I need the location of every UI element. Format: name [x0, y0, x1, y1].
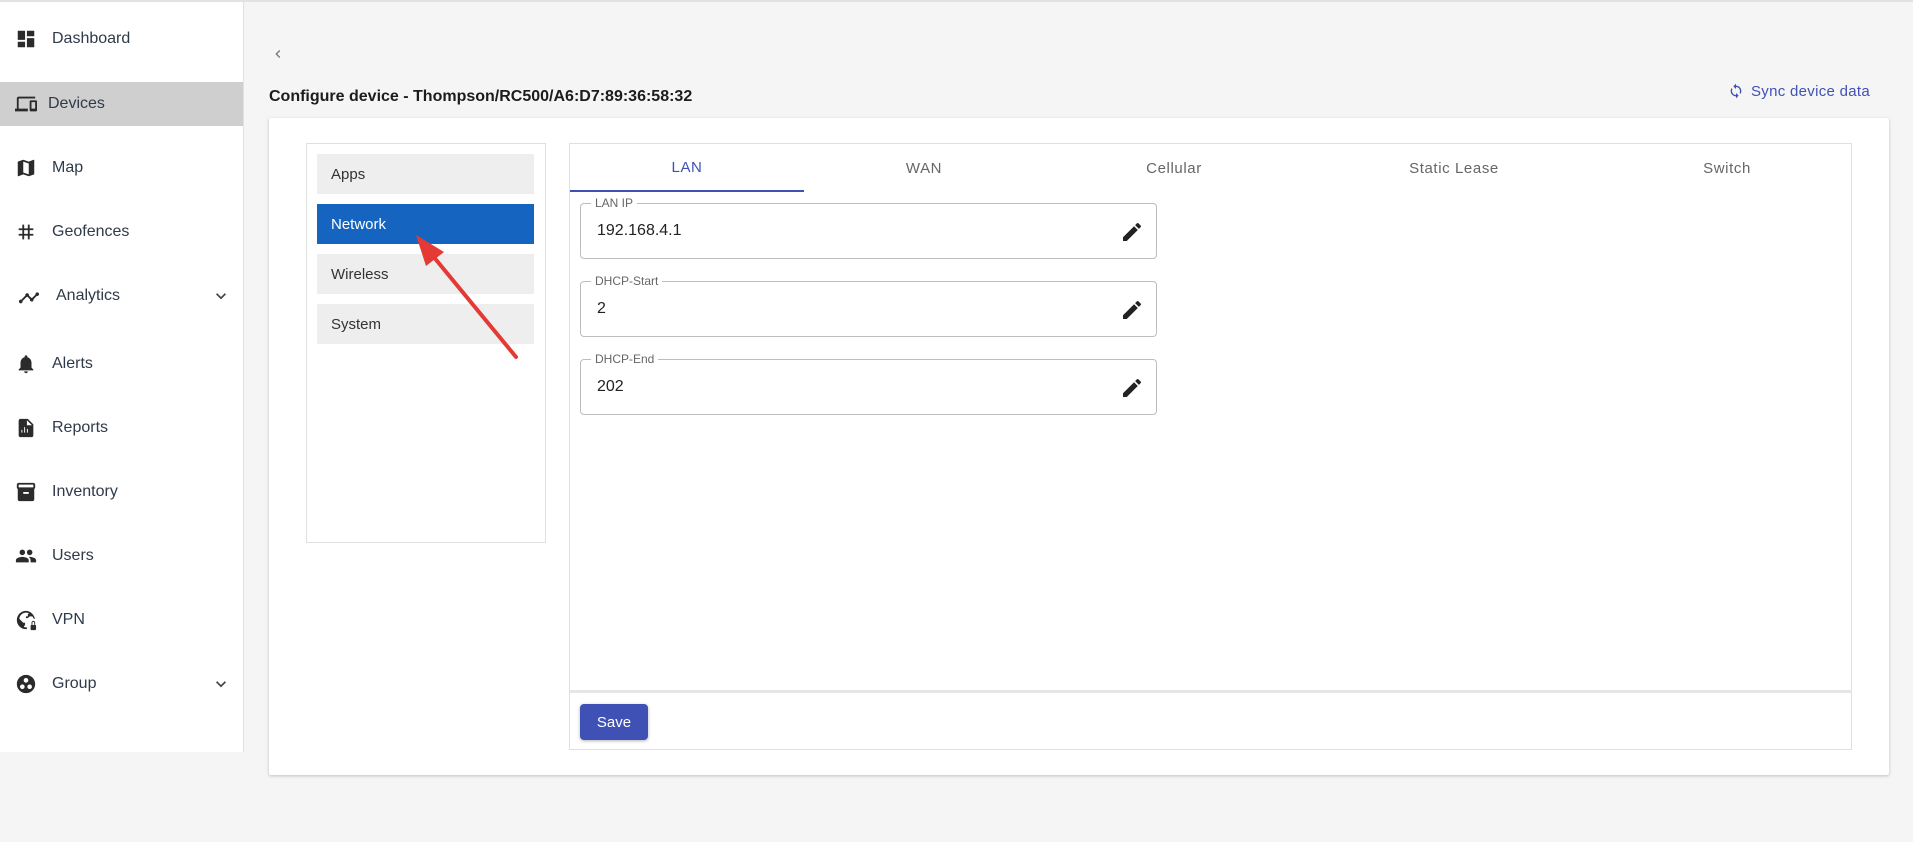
footer-divider [570, 690, 1851, 693]
sidebar-item-label: Map [52, 159, 84, 176]
sidebar-item-label: VPN [52, 611, 85, 628]
config-menu-wireless[interactable]: Wireless [317, 254, 534, 294]
save-button[interactable]: Save [580, 704, 648, 740]
lan-ip-field[interactable]: LAN IP [580, 196, 1157, 259]
devices-icon [14, 92, 38, 116]
group-icon [14, 672, 38, 696]
config-content-panel: LAN WAN Cellular Static Lease Switch LAN… [569, 143, 1852, 750]
tab-static-lease[interactable]: Static Lease [1304, 144, 1604, 192]
sidebar-item-label: Inventory [52, 483, 118, 500]
lan-ip-input[interactable] [597, 222, 1097, 240]
sidebar-item-inventory[interactable]: Inventory [0, 470, 243, 514]
field-label: DHCP-End [591, 352, 659, 366]
tab-bar: LAN WAN Cellular Static Lease Switch [570, 144, 1851, 192]
sidebar-item-label: Analytics [56, 287, 121, 304]
sidebar-item-label: Geofences [52, 223, 130, 240]
config-menu: Apps Network Wireless System [306, 143, 546, 543]
edit-pencil-icon[interactable] [1120, 298, 1144, 322]
sidebar-item-label: Reports [52, 419, 109, 436]
sidebar-item-users[interactable]: Users [0, 534, 243, 578]
dhcp-start-input[interactable] [597, 300, 1097, 318]
sync-device-data-button[interactable]: Sync device data [1728, 80, 1870, 102]
sidebar-item-label: Devices [48, 95, 105, 112]
sidebar-item-label: Dashboard [52, 30, 131, 47]
sidebar-item-dashboard[interactable]: Dashboard [0, 17, 243, 61]
tab-switch[interactable]: Switch [1604, 144, 1850, 192]
dhcp-end-field[interactable]: DHCP-End [580, 352, 1157, 415]
sidebar-item-reports[interactable]: Reports [0, 406, 243, 450]
vpn-icon [14, 608, 38, 632]
sidebar-item-label: Alerts [52, 355, 93, 372]
config-menu-apps[interactable]: Apps [317, 154, 534, 194]
sidebar: Dashboard Devices Map Geofences Analytic… [0, 2, 244, 752]
top-divider [0, 0, 1913, 2]
sidebar-item-map[interactable]: Map [0, 146, 243, 190]
page-title: Configure device - Thompson/RC500/A6:D7:… [269, 88, 693, 105]
edit-pencil-icon[interactable] [1120, 220, 1144, 244]
dashboard-icon [14, 27, 38, 51]
dhcp-end-input[interactable] [597, 378, 1097, 396]
sidebar-item-geofences[interactable]: Geofences [0, 210, 243, 254]
analytics-icon [17, 284, 41, 308]
config-menu-network[interactable]: Network [317, 204, 534, 244]
config-menu-system[interactable]: System [317, 304, 534, 344]
sidebar-item-devices[interactable]: Devices [0, 82, 243, 126]
back-chevron-icon[interactable] [270, 46, 286, 62]
edit-pencil-icon[interactable] [1120, 376, 1144, 400]
sidebar-item-label: Group [52, 675, 97, 692]
chevron-down-icon[interactable] [211, 286, 231, 306]
sync-icon [1730, 83, 1742, 99]
dhcp-start-field[interactable]: DHCP-Start [580, 274, 1157, 337]
sidebar-item-vpn[interactable]: VPN [0, 598, 243, 642]
sidebar-item-group[interactable]: Group [0, 662, 243, 706]
reports-icon [14, 416, 38, 440]
sidebar-item-label: Users [52, 547, 94, 564]
bell-icon [14, 352, 38, 376]
chevron-down-icon[interactable] [211, 674, 231, 694]
map-icon [14, 156, 38, 180]
users-icon [14, 544, 38, 568]
geofences-icon [14, 220, 38, 244]
sidebar-item-alerts[interactable]: Alerts [0, 342, 243, 386]
tab-cellular[interactable]: Cellular [1044, 144, 1304, 192]
sidebar-item-analytics[interactable]: Analytics [0, 274, 243, 318]
field-label: LAN IP [591, 196, 638, 210]
field-label: DHCP-Start [591, 274, 663, 288]
tab-wan[interactable]: WAN [804, 144, 1044, 192]
tab-lan[interactable]: LAN [570, 144, 804, 192]
inventory-icon [14, 480, 38, 504]
sync-label: Sync device data [1751, 82, 1871, 100]
